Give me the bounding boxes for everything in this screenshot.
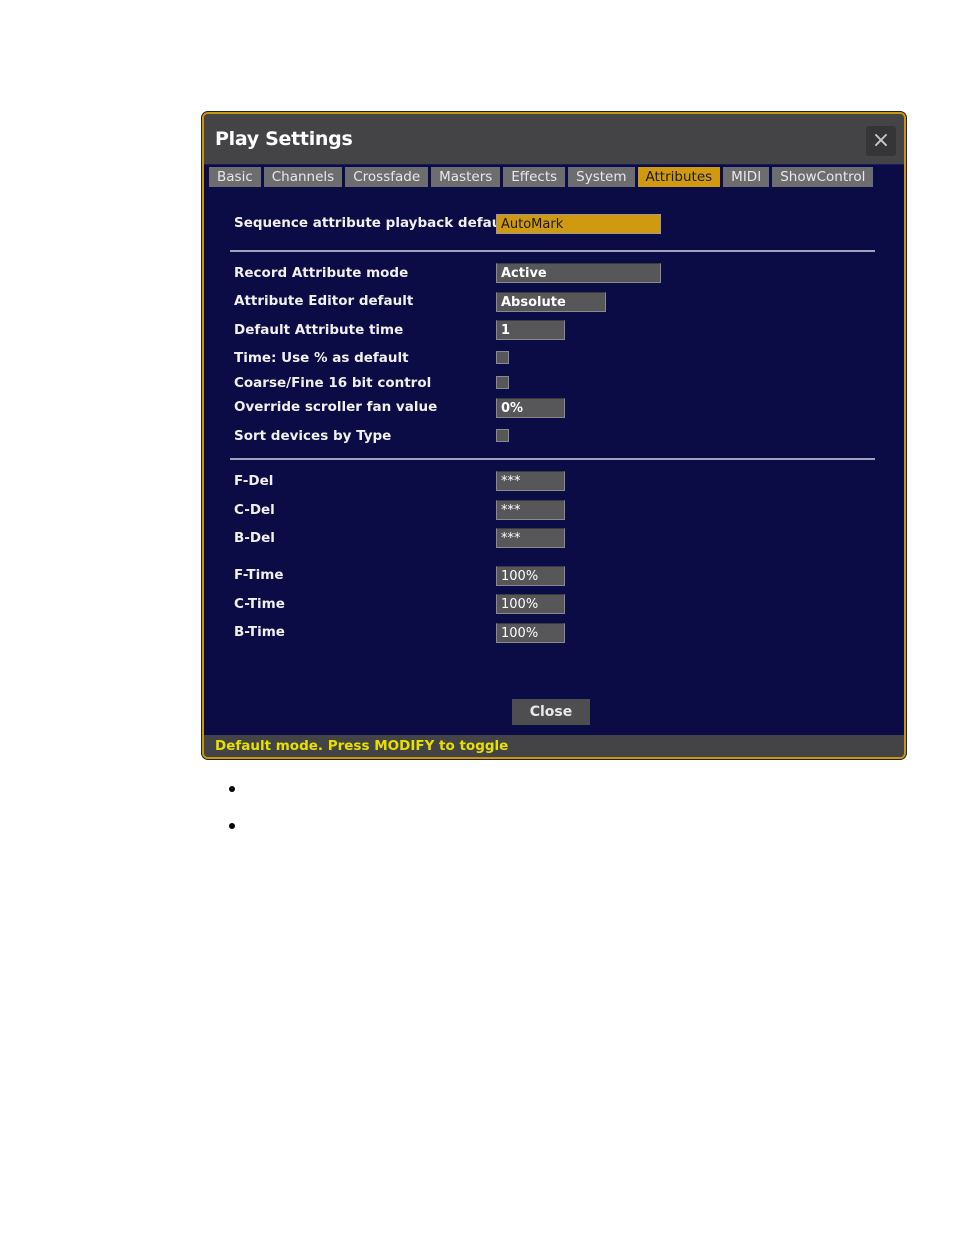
f-del-field[interactable]: *** xyxy=(496,471,565,491)
time-use-percent-label: Time: Use % as default xyxy=(234,350,409,366)
title-bar: Play Settings × xyxy=(204,114,904,164)
tab-midi[interactable]: MIDI xyxy=(723,167,770,187)
tab-basic[interactable]: Basic xyxy=(209,167,261,187)
c-time-field[interactable]: 100% xyxy=(496,594,565,614)
sequence-playback-default-field[interactable]: AutoMark xyxy=(496,214,661,234)
bullet-point xyxy=(229,823,235,829)
override-scroller-fan-field[interactable]: 0% xyxy=(496,398,565,418)
sort-devices-label: Sort devices by Type xyxy=(234,428,392,444)
time-use-percent-checkbox[interactable] xyxy=(496,351,509,364)
tab-bar: Basic Channels Crossfade Masters Effects… xyxy=(204,164,904,189)
f-time-label: F-Time xyxy=(234,567,284,583)
c-del-label: C-Del xyxy=(234,502,275,518)
record-attribute-mode-label: Record Attribute mode xyxy=(234,265,409,281)
settings-content: Sequence attribute playback default Auto… xyxy=(204,188,904,735)
dialog-title: Play Settings xyxy=(215,128,353,150)
b-time-field[interactable]: 100% xyxy=(496,623,565,643)
b-del-field[interactable]: *** xyxy=(496,528,565,548)
default-attribute-time-field[interactable]: 1 xyxy=(496,320,565,340)
sort-devices-checkbox[interactable] xyxy=(496,429,509,442)
divider xyxy=(230,458,875,460)
default-attribute-time-label: Default Attribute time xyxy=(234,322,404,338)
tab-system[interactable]: System xyxy=(568,167,635,187)
close-icon[interactable]: × xyxy=(866,126,896,156)
c-time-label: C-Time xyxy=(234,596,285,612)
tab-masters[interactable]: Masters xyxy=(431,167,501,187)
tab-effects[interactable]: Effects xyxy=(503,167,566,187)
tab-channels[interactable]: Channels xyxy=(263,167,343,187)
c-del-field[interactable]: *** xyxy=(496,500,565,520)
record-attribute-mode-field[interactable]: Active xyxy=(496,263,661,283)
bullet-point xyxy=(229,786,235,792)
play-settings-dialog: Play Settings × Basic Channels Crossfade… xyxy=(202,112,906,759)
b-del-label: B-Del xyxy=(234,530,275,546)
coarse-fine-checkbox[interactable] xyxy=(496,376,509,389)
divider xyxy=(230,250,875,252)
coarse-fine-label: Coarse/Fine 16 bit control xyxy=(234,375,432,391)
close-button[interactable]: Close xyxy=(512,699,590,725)
attribute-editor-default-field[interactable]: Absolute xyxy=(496,292,606,312)
tab-attributes[interactable]: Attributes xyxy=(637,167,721,187)
tab-crossfade[interactable]: Crossfade xyxy=(345,167,429,187)
tab-showcontrol[interactable]: ShowControl xyxy=(772,167,874,187)
override-scroller-fan-label: Override scroller fan value xyxy=(234,399,438,415)
f-time-field[interactable]: 100% xyxy=(496,566,565,586)
status-bar: Default mode. Press MODIFY to toggle xyxy=(204,735,904,757)
f-del-label: F-Del xyxy=(234,473,274,489)
status-text: Default mode. Press MODIFY to toggle xyxy=(215,738,509,754)
sequence-playback-default-label: Sequence attribute playback default xyxy=(234,215,513,231)
b-time-label: B-Time xyxy=(234,624,285,640)
attribute-editor-default-label: Attribute Editor default xyxy=(234,293,414,309)
